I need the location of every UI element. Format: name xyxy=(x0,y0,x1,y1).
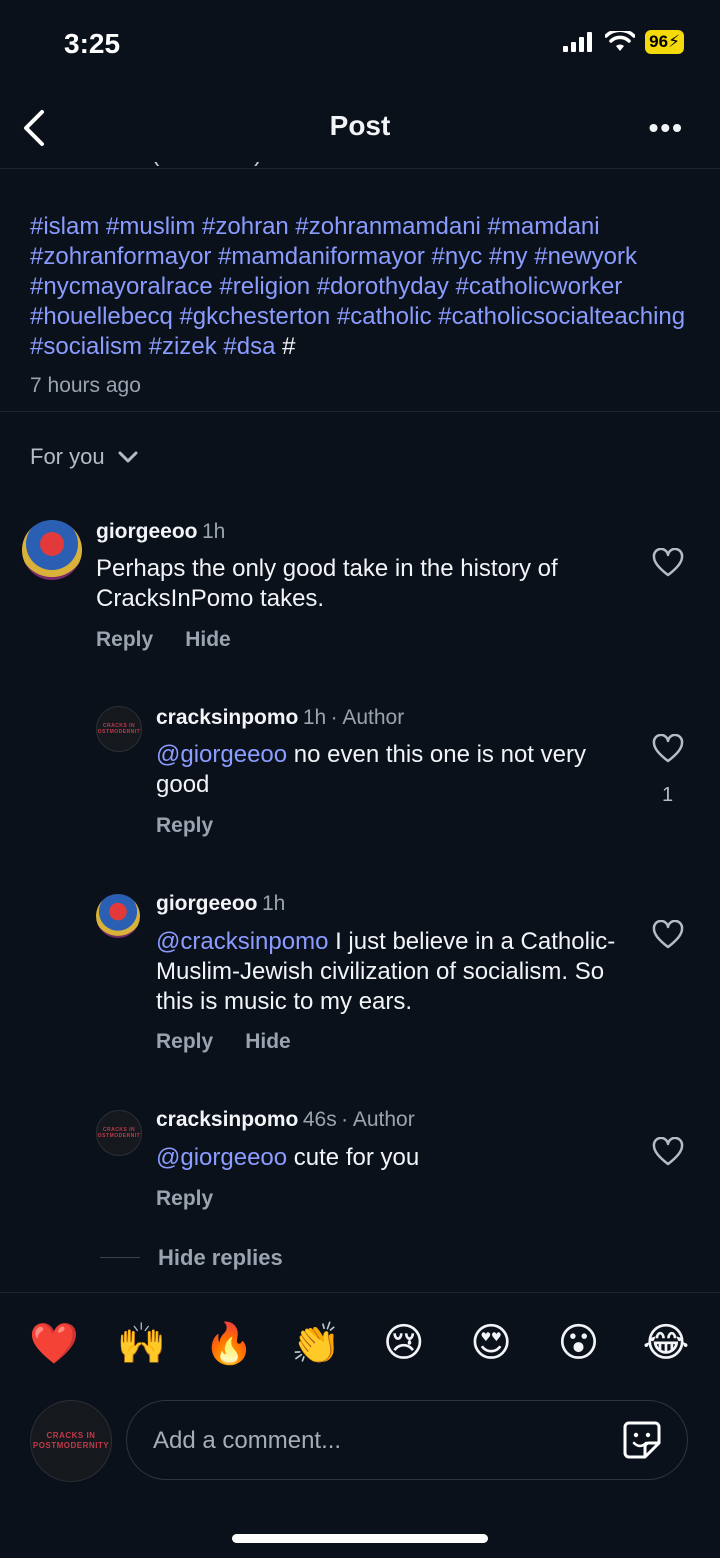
comment-time: 1h xyxy=(201,520,226,543)
avatar[interactable]: CRACKS IN POSTMODERNITY xyxy=(96,706,142,752)
reaction-raised-hands-emoji[interactable]: 🙌 xyxy=(99,1320,183,1367)
comment-body: cute for you xyxy=(287,1144,420,1171)
composer-divider xyxy=(0,1292,720,1293)
avatar[interactable] xyxy=(22,520,82,580)
status-time: 3:25 xyxy=(64,28,121,59)
reply-button[interactable]: Reply xyxy=(156,814,213,838)
hide-replies-button[interactable]: Hide replies xyxy=(158,1245,283,1271)
comment-username[interactable]: giorgeeoo xyxy=(156,892,258,915)
home-indicator xyxy=(232,1534,488,1543)
heart-icon[interactable] xyxy=(652,920,684,950)
comment-sort-dropdown[interactable]: For you xyxy=(30,444,139,470)
comment-header: cracksinpomo 1h · Author xyxy=(156,706,404,730)
comment-text: @giorgeeoo cute for you xyxy=(156,1143,631,1173)
page-title: Post xyxy=(329,110,391,141)
comment-actions: Reply xyxy=(156,1187,213,1211)
reaction-heart-eyes-emoji[interactable]: 😍 xyxy=(449,1320,533,1367)
author-badge: · Author xyxy=(330,706,405,729)
sort-label: For you xyxy=(30,444,105,469)
avatar[interactable]: CRACKS IN POSTMODERNITY xyxy=(96,1110,142,1156)
mention-link[interactable]: @cracksinpomo xyxy=(156,928,328,955)
comment-actions: Reply Hide xyxy=(156,1030,291,1054)
reaction-clap-emoji[interactable]: 👏 xyxy=(274,1320,358,1367)
wifi-icon xyxy=(605,31,636,51)
reaction-heart-emoji[interactable]: ❤️ xyxy=(12,1320,96,1367)
my-avatar: CRACKS IN POSTMODERNITY xyxy=(30,1400,112,1482)
comment-actions: Reply Hide xyxy=(96,628,231,652)
post-timestamp: 7 hours ago xyxy=(30,374,141,397)
reaction-surprised-emoji[interactable]: 😮 xyxy=(537,1320,621,1367)
reaction-laugh-emoji[interactable]: 😂 xyxy=(624,1320,708,1367)
quick-reactions: ❤️ 🙌 🔥 👏 😢 😍 😮 😂 xyxy=(12,1320,708,1367)
mention-link[interactable]: @giorgeeoo xyxy=(156,741,287,768)
reply-button[interactable]: Reply xyxy=(96,628,153,652)
post-caption-cut: DM for link (insnalian) xyxy=(30,140,263,167)
battery-indicator: 96⚡ xyxy=(645,30,684,54)
comment-text: @giorgeeoo no even this one is not very … xyxy=(156,740,636,800)
reaction-fire-emoji[interactable]: 🔥 xyxy=(187,1320,271,1367)
hide-button[interactable]: Hide xyxy=(185,628,231,652)
reply-button[interactable]: Reply xyxy=(156,1030,213,1054)
comment-actions: Reply xyxy=(156,814,213,838)
heart-icon[interactable] xyxy=(652,1137,684,1167)
comment-input[interactable] xyxy=(151,1401,595,1481)
avatar-logo-text: CRACKS IN POSTMODERNITY xyxy=(96,1127,142,1139)
hide-replies-line xyxy=(100,1257,140,1258)
avatar[interactable] xyxy=(96,894,140,938)
comment-header: giorgeeoo 1h xyxy=(96,520,225,544)
comment-time: 1h xyxy=(261,892,286,915)
more-options-icon[interactable]: ••• xyxy=(649,112,684,144)
mention-link[interactable]: @giorgeeoo xyxy=(156,1144,287,1171)
avatar-logo-text: CRACKS IN POSTMODERNITY xyxy=(32,1431,110,1450)
avatar-logo-text: CRACKS IN POSTMODERNITY xyxy=(96,723,142,735)
comment-time: 46s xyxy=(302,1108,337,1131)
comment-username[interactable]: giorgeeoo xyxy=(96,520,198,543)
comment-username[interactable]: cracksinpomo xyxy=(156,1108,298,1131)
reply-button[interactable]: Reply xyxy=(156,1187,213,1211)
comment-text: @cracksinpomo I just believe in a Cathol… xyxy=(156,927,631,1017)
sticker-icon[interactable] xyxy=(621,1419,663,1461)
comment-username[interactable]: cracksinpomo xyxy=(156,706,298,729)
header-divider xyxy=(0,168,720,169)
comment-text: Perhaps the only good take in the histor… xyxy=(96,555,558,612)
reaction-cry-emoji[interactable]: 😢 xyxy=(362,1320,446,1367)
post-hashtags[interactable]: #islam #muslim #zohran #zohranmamdani #m… xyxy=(30,212,700,362)
signal-icon xyxy=(563,32,593,52)
section-divider xyxy=(0,411,720,412)
comment-time: 1h xyxy=(302,706,327,729)
heart-icon[interactable] xyxy=(652,734,684,764)
comment-header: giorgeeoo 1h xyxy=(156,892,285,916)
chevron-down-icon xyxy=(118,451,138,463)
hashtag-list[interactable]: #islam #muslim #zohran #zohranmamdani #m… xyxy=(30,213,685,360)
comment-header: cracksinpomo 46s · Author xyxy=(156,1108,415,1132)
author-badge: · Author xyxy=(341,1108,415,1131)
hashtag-trail: # xyxy=(282,333,296,360)
status-icons: 96⚡ xyxy=(563,30,684,54)
hide-button[interactable]: Hide xyxy=(245,1030,291,1054)
comment-composer xyxy=(126,1400,688,1481)
heart-icon[interactable] xyxy=(652,548,684,578)
like-count: 1 xyxy=(662,784,674,806)
